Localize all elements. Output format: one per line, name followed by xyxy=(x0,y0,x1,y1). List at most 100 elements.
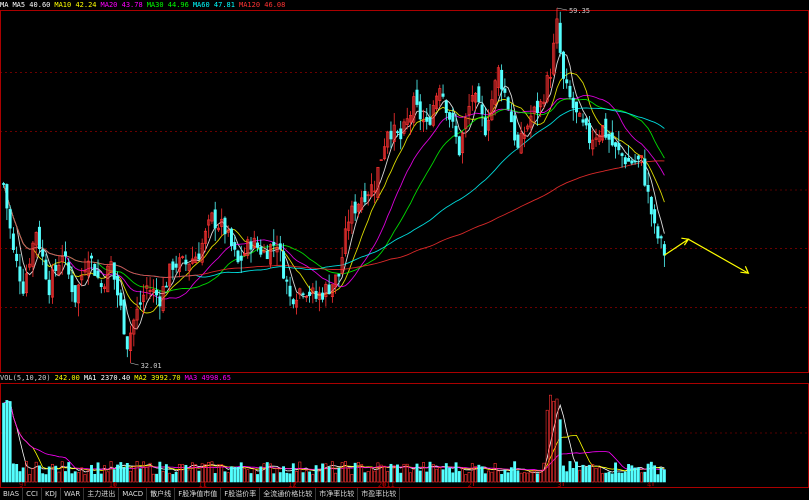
candle-body xyxy=(41,249,45,257)
low-pointer xyxy=(130,362,139,366)
candle-body xyxy=(656,226,660,239)
vol-legend-item: MA3 4998.65 xyxy=(184,374,231,382)
candle-body xyxy=(164,285,168,288)
volume-bar xyxy=(77,472,80,483)
volume-bar xyxy=(177,463,181,483)
candle-body xyxy=(291,299,295,305)
volume-bar xyxy=(500,474,504,483)
volume-bar xyxy=(562,465,565,483)
volume-bar xyxy=(571,468,575,483)
indicator-tab-bar: BIAS CCI KDJ WAR 主力进出 MACD 散户线 F股净值市值 F股溢价率 全流通价格… xyxy=(0,488,809,500)
candle-body xyxy=(90,255,93,259)
candle-body xyxy=(428,117,432,125)
candle-body xyxy=(441,93,445,97)
candle-body xyxy=(627,157,631,162)
volume-bar xyxy=(610,473,614,483)
stock-chart: 59.3532.01 9 10 11 12 2011 2 3 4 xyxy=(0,7,809,489)
volume-bar xyxy=(604,472,608,483)
volume-bar xyxy=(461,467,465,483)
vol-ma10-line xyxy=(3,401,665,472)
volume-bar xyxy=(597,467,601,483)
volume-bar xyxy=(230,466,233,483)
candle-body xyxy=(314,290,318,299)
tab-pb[interactable]: 市净率比较 xyxy=(316,488,359,500)
volume-bar xyxy=(366,471,370,483)
volume-bar xyxy=(308,471,312,483)
candle-body xyxy=(265,250,269,260)
candle-body xyxy=(2,183,6,185)
volume-bar xyxy=(477,464,481,483)
volume-bar xyxy=(243,468,246,483)
volume-bar xyxy=(125,463,129,483)
forecast-arrow xyxy=(664,237,750,274)
vol-legend-item: 242.00 xyxy=(54,374,80,382)
candle-body xyxy=(282,251,286,279)
candle-body xyxy=(47,279,51,296)
volume-bar xyxy=(594,467,598,483)
volume-bar xyxy=(135,461,139,483)
candle-body xyxy=(249,241,253,250)
volume-bar xyxy=(578,469,582,483)
volume-bar xyxy=(470,463,474,483)
volume-bar xyxy=(656,474,660,483)
candle-body xyxy=(272,241,276,246)
volume-bar xyxy=(343,461,347,483)
tab-f-premium[interactable]: F股溢价率 xyxy=(221,488,261,500)
volume-ma-lines xyxy=(3,401,665,473)
candle-body xyxy=(11,233,15,250)
volume-bar xyxy=(607,471,611,483)
volume-bar xyxy=(47,466,51,483)
ma-legend-item: MA60 47.81 xyxy=(192,1,235,9)
candle-body xyxy=(321,292,325,300)
candle-body xyxy=(288,285,292,297)
tab-main-force[interactable]: 主力进出 xyxy=(84,488,120,500)
volume-bar xyxy=(151,473,155,483)
candle-body xyxy=(575,101,578,113)
candle-body xyxy=(122,299,126,335)
volume-bar xyxy=(298,461,302,483)
ma120-line xyxy=(3,160,665,278)
candle-body xyxy=(480,104,484,115)
volume-bar xyxy=(83,474,87,483)
tab-war[interactable]: WAR xyxy=(61,488,85,500)
volume-bar xyxy=(438,467,442,483)
candle-body xyxy=(285,279,289,282)
volume-bar xyxy=(324,463,328,483)
volume-bar xyxy=(441,469,445,483)
candle-body xyxy=(138,302,142,305)
volume-bar xyxy=(526,472,530,483)
candle-body xyxy=(54,264,58,271)
volume-bar xyxy=(584,466,588,483)
volume-bar xyxy=(506,472,510,483)
volume-bar xyxy=(451,472,455,483)
volume-bar xyxy=(239,462,243,483)
volume-bar xyxy=(428,461,432,483)
candle-body xyxy=(623,157,627,165)
tab-macd[interactable]: MACD xyxy=(119,488,148,500)
high-pointer xyxy=(556,7,568,11)
candle-body xyxy=(636,155,640,160)
tab-float-price[interactable]: 全流通价格比较 xyxy=(260,488,317,500)
ma-legend-item: MA5 40.60 xyxy=(12,1,51,9)
candle-body xyxy=(568,85,572,98)
volume-bar xyxy=(311,474,315,483)
tab-f-nav[interactable]: F股净值市值 xyxy=(175,488,222,500)
volume-bar xyxy=(620,472,624,483)
volume-bar xyxy=(265,462,269,483)
tab-bias[interactable]: BIAS xyxy=(0,488,24,500)
tab-cci[interactable]: CCI xyxy=(23,488,42,500)
volume-bar xyxy=(37,465,41,483)
volume-bar xyxy=(168,472,172,483)
ma-legend-item: MA10 42.24 xyxy=(54,1,97,9)
tab-kdj[interactable]: KDJ xyxy=(42,488,61,500)
volume-bar xyxy=(155,473,159,483)
candle-body xyxy=(643,158,647,186)
candle-body xyxy=(659,236,663,239)
tab-retail-line[interactable]: 散户线 xyxy=(147,488,176,500)
tab-pe[interactable]: 市盈率比较 xyxy=(358,488,401,500)
volume-bar xyxy=(503,469,507,483)
ma-legend-item: MA20 43.78 xyxy=(100,1,143,9)
volume-bar xyxy=(558,419,562,483)
candle-body xyxy=(571,97,575,109)
volume-bar xyxy=(223,471,227,483)
